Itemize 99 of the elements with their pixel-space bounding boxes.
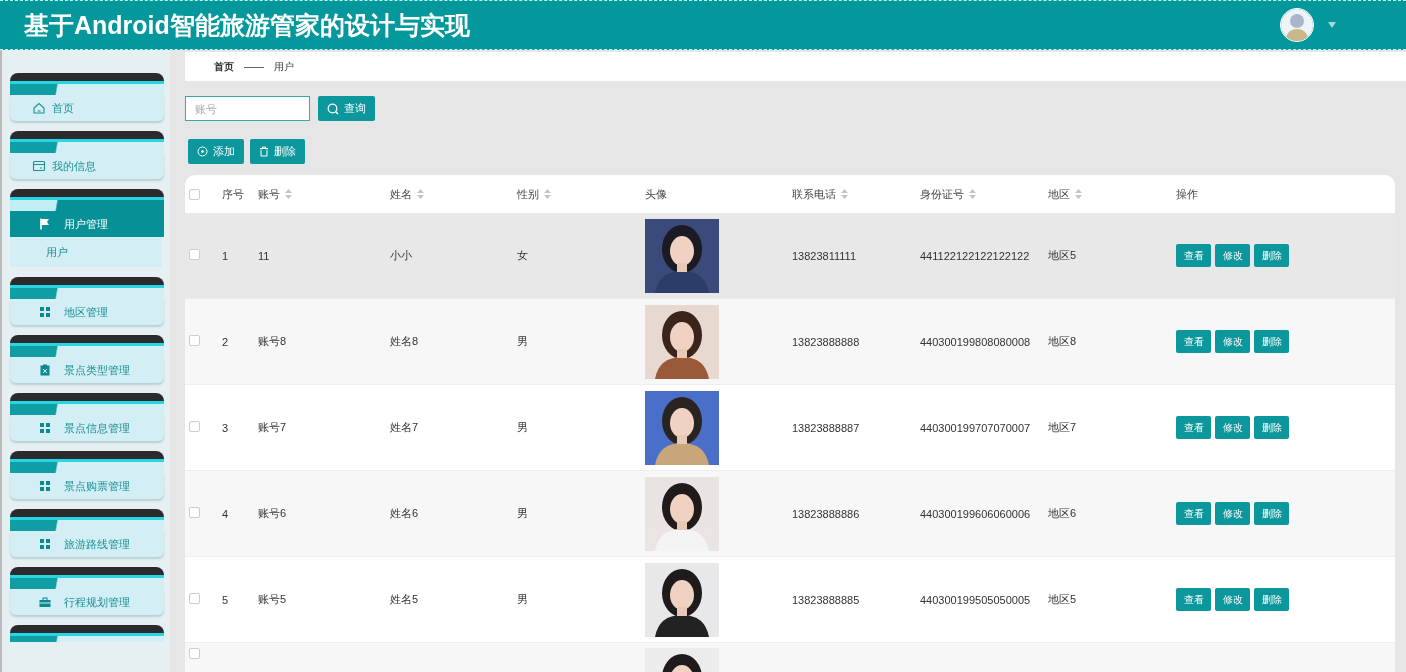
grid-icon xyxy=(38,421,52,435)
table-cell-text: 账号5 xyxy=(258,592,288,607)
table-cell-text: 440300199505050005 xyxy=(920,593,1032,606)
column-header[interactable]: 账号 xyxy=(258,186,292,202)
table-cell-text: 地区8 xyxy=(1048,334,1078,349)
sort-icon[interactable] xyxy=(285,189,292,199)
column-header[interactable]: 姓名 xyxy=(390,186,424,202)
view-button[interactable]: 查看 xyxy=(1176,588,1211,611)
grid-icon xyxy=(38,479,52,493)
table-cell-text: 440300199606060006 xyxy=(920,507,1032,520)
account-search-field[interactable]: 账号 xyxy=(185,96,310,121)
breadcrumb-separator: —— xyxy=(244,61,264,72)
column-header: 操作 xyxy=(1176,186,1198,202)
delete-button[interactable]: 删除 xyxy=(1254,416,1289,439)
plus-circle-icon xyxy=(197,146,208,157)
table-cell-text: 姓名5 xyxy=(390,592,420,607)
column-header: 序号 xyxy=(222,186,244,202)
sidebar-item[interactable] xyxy=(10,625,164,642)
table-cell-text: 3 xyxy=(222,421,230,434)
table-cell-text: 小小 xyxy=(390,248,413,263)
sort-icon[interactable] xyxy=(544,189,551,199)
view-button[interactable]: 查看 xyxy=(1176,330,1211,353)
delete-button[interactable]: 删除 xyxy=(1254,502,1289,525)
row-checkbox[interactable] xyxy=(189,648,200,659)
breadcrumb-item[interactable]: 首页 xyxy=(214,59,234,74)
table-cell-text: 账号7 xyxy=(258,420,288,435)
edit-button[interactable]: 修改 xyxy=(1215,330,1250,353)
delete-button[interactable]: 删除 xyxy=(1254,330,1289,353)
table-cell-text: 姓名6 xyxy=(390,506,420,521)
sort-icon[interactable] xyxy=(417,189,424,199)
table-cell-text: 13823888886 xyxy=(792,507,861,520)
view-button[interactable]: 查看 xyxy=(1176,502,1211,525)
table-row[interactable]: 2 账号8 姓名8 男 13823888888 440300199808080008 地区8 查看 修改 删除 xyxy=(185,299,1395,385)
column-header[interactable]: 地区 xyxy=(1048,186,1082,202)
row-checkbox[interactable] xyxy=(189,593,200,604)
table-cell-text: 13823811111 xyxy=(792,249,858,262)
edit-button[interactable]: 修改 xyxy=(1215,416,1250,439)
table-cell-text: 男 xyxy=(517,592,529,607)
grid-icon xyxy=(38,305,52,319)
table-cell-text: 女 xyxy=(517,248,529,263)
row-checkbox[interactable] xyxy=(189,421,200,432)
search-button[interactable]: 查询 xyxy=(318,96,375,121)
table-cell-text: 男 xyxy=(517,506,529,521)
table-row[interactable]: 4 账号6 姓名6 男 13823888886 440300199606060006 地区6 查看 修改 删除 xyxy=(185,471,1395,557)
card-icon xyxy=(32,159,46,173)
column-header: 头像 xyxy=(645,186,667,202)
delete-button[interactable]: 删除 xyxy=(250,139,305,164)
column-header[interactable]: 身份证号 xyxy=(920,186,976,202)
edit-button[interactable]: 修改 xyxy=(1215,588,1250,611)
sort-icon[interactable] xyxy=(969,189,976,199)
trash-icon xyxy=(259,146,269,157)
column-header[interactable]: 联系电话 xyxy=(792,186,848,202)
table-cell-text: 11 xyxy=(258,249,271,262)
app-title: 基于Android智能旅游管家的设计与实现 xyxy=(24,9,471,41)
home-icon xyxy=(32,101,46,115)
row-checkbox[interactable] xyxy=(189,249,200,260)
table-cell-text: 13823888887 xyxy=(792,421,861,434)
sort-icon[interactable] xyxy=(1075,189,1082,199)
table-cell-text: 地区6 xyxy=(1048,506,1078,521)
table-cell-text: 1 xyxy=(222,249,230,262)
table-row[interactable]: 1 11 小小 女 13823811111 441122122122122122 地区5 查看 修改 删除 xyxy=(185,213,1395,299)
table-cell-text: 440300199808080008 xyxy=(920,335,1032,348)
sort-icon[interactable] xyxy=(841,189,848,199)
table-cell-text: 地区5 xyxy=(1048,248,1078,263)
table-cell-text: 账号6 xyxy=(258,506,288,521)
table-cell-text: 账号8 xyxy=(258,334,288,349)
edit-button[interactable]: 修改 xyxy=(1215,502,1250,525)
select-all-checkbox[interactable] xyxy=(189,188,200,200)
table-cell-text: 男 xyxy=(517,334,529,349)
submenu-item[interactable]: 用户 xyxy=(10,237,162,267)
delete-button[interactable]: 删除 xyxy=(1254,588,1289,611)
avatar[interactable] xyxy=(1280,8,1314,42)
caret-icon[interactable] xyxy=(1328,22,1336,28)
table-cell-text: 地区7 xyxy=(1048,420,1078,435)
column-header[interactable]: 性别 xyxy=(517,186,551,202)
table-cell-text: 13823888888 xyxy=(792,335,861,348)
row-checkbox[interactable] xyxy=(189,335,200,346)
view-button[interactable]: 查看 xyxy=(1176,244,1211,267)
edit-button[interactable]: 修改 xyxy=(1215,244,1250,267)
table-cell-text: 4 xyxy=(222,507,230,520)
table-cell-text: 440300199707070007 xyxy=(920,421,1032,434)
breadcrumb-item: 用户 xyxy=(274,59,294,74)
view-button[interactable]: 查看 xyxy=(1176,416,1211,439)
table-cell-text: 地区5 xyxy=(1048,592,1078,607)
search-icon xyxy=(327,102,339,115)
table-cell-text: 2 xyxy=(222,335,230,348)
briefcase-icon xyxy=(38,595,52,609)
flag-icon xyxy=(38,217,52,231)
table-cell-text: 441122122122122122 xyxy=(920,249,1031,262)
grid-icon xyxy=(38,537,52,551)
table-cell-text: 姓名7 xyxy=(390,420,420,435)
row-checkbox[interactable] xyxy=(189,507,200,518)
delete-button[interactable]: 删除 xyxy=(1254,244,1289,267)
add-button[interactable]: 添加 xyxy=(188,139,244,164)
table-cell-text: 13823888885 xyxy=(792,593,861,606)
clipboard-icon xyxy=(38,363,52,377)
table-cell-text: 姓名8 xyxy=(390,334,420,349)
table-cell-text: 5 xyxy=(222,593,230,606)
table-cell-text: 男 xyxy=(517,420,529,435)
